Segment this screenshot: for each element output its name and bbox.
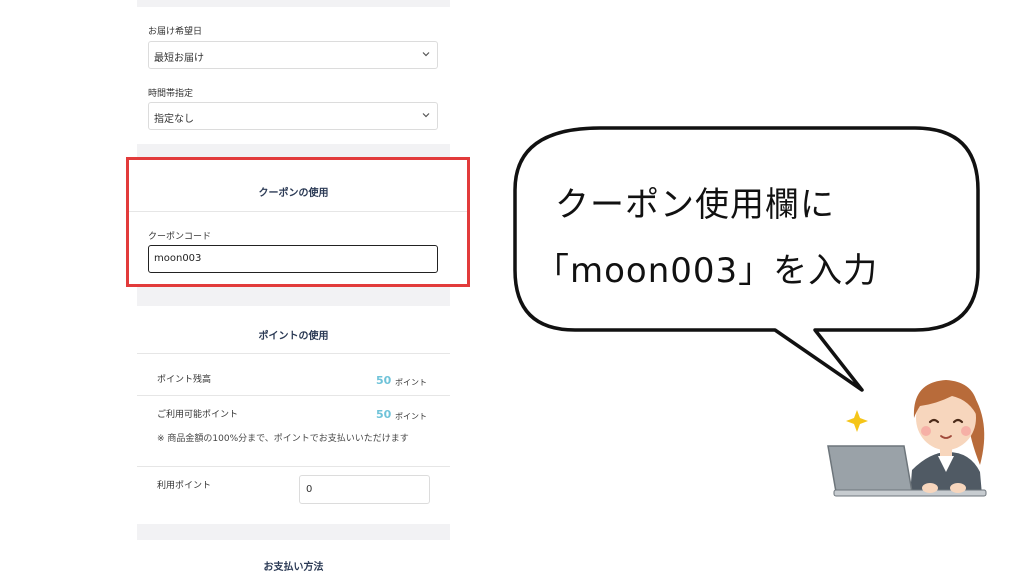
bubble-line-2: 「moon003」を入力 [535, 251, 879, 291]
bubble-line-1: クーポン使用欄に [555, 185, 835, 225]
sparkle-icon [846, 410, 868, 432]
woman-laptop-illustration [827, 380, 987, 497]
